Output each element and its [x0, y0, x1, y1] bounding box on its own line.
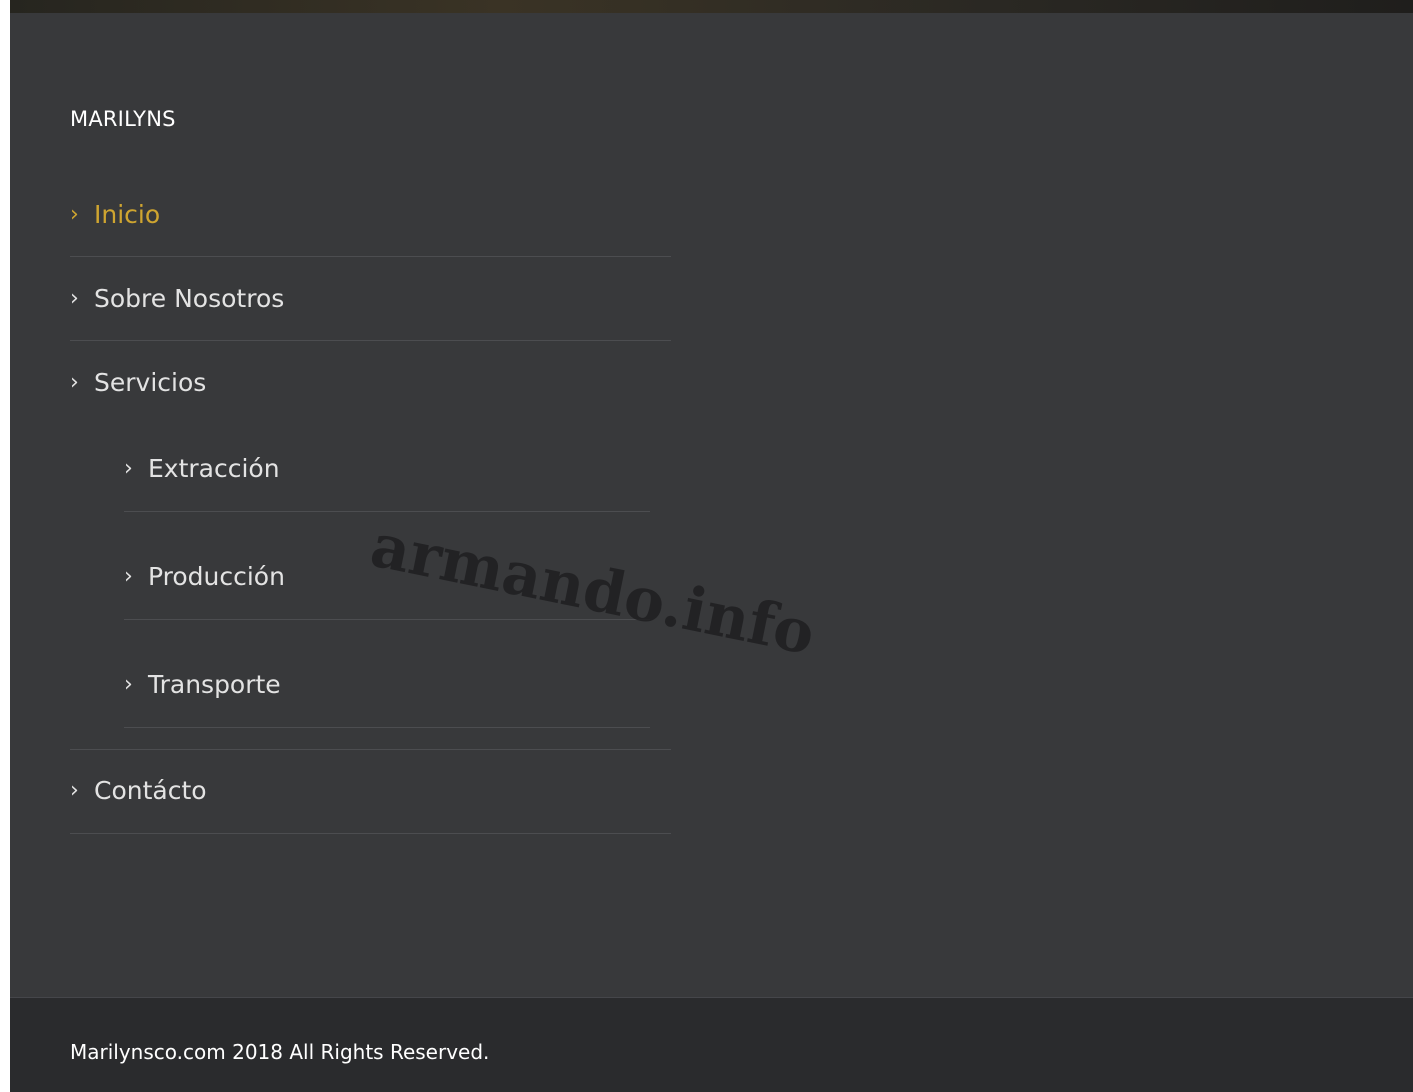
menu-item-label: Transporte — [148, 670, 281, 699]
submenu-divider — [124, 727, 650, 728]
submenu-item-produccion[interactable]: › Producción — [124, 562, 285, 592]
menu-item-contacto[interactable]: › Contácto — [70, 776, 207, 806]
header-image-strip — [10, 0, 1413, 13]
menu-item-label: Extracción — [148, 454, 280, 483]
menu-item-label: Servicios — [94, 368, 207, 397]
chevron-right-icon: › — [70, 202, 79, 227]
copyright-text: Marilynsco.com 2018 All Rights Reserved. — [70, 1040, 490, 1064]
menu-divider — [70, 833, 671, 834]
page: MARILYNS › Inicio › Sobre Nosotros › Ser… — [0, 0, 1413, 1092]
submenu-divider — [124, 619, 650, 620]
chevron-right-icon: › — [70, 778, 79, 803]
menu-item-label: Producción — [148, 562, 285, 591]
menu-item-label: Contácto — [94, 776, 207, 805]
chevron-right-icon: › — [124, 456, 133, 481]
chevron-right-icon: › — [124, 564, 133, 589]
submenu-item-extraccion[interactable]: › Extracción — [124, 454, 280, 484]
footer-bottom-bar: Marilynsco.com 2018 All Rights Reserved. — [10, 997, 1413, 1092]
chevron-right-icon: › — [70, 370, 79, 395]
widget-title: MARILYNS — [70, 107, 176, 131]
menu-divider — [70, 340, 671, 341]
menu-item-servicios[interactable]: › Servicios — [70, 368, 206, 398]
menu-divider — [70, 749, 671, 750]
menu-item-sobre-nosotros[interactable]: › Sobre Nosotros — [70, 284, 284, 314]
chevron-right-icon: › — [124, 672, 133, 697]
menu-item-label: Inicio — [94, 200, 161, 229]
footer-widget-area: MARILYNS › Inicio › Sobre Nosotros › Ser… — [10, 13, 1413, 997]
menu-item-label: Sobre Nosotros — [94, 284, 285, 313]
menu-item-inicio[interactable]: › Inicio — [70, 200, 160, 230]
chevron-right-icon: › — [70, 286, 79, 311]
menu-divider — [70, 256, 671, 257]
submenu-item-transporte[interactable]: › Transporte — [124, 670, 281, 700]
submenu-divider — [124, 511, 650, 512]
